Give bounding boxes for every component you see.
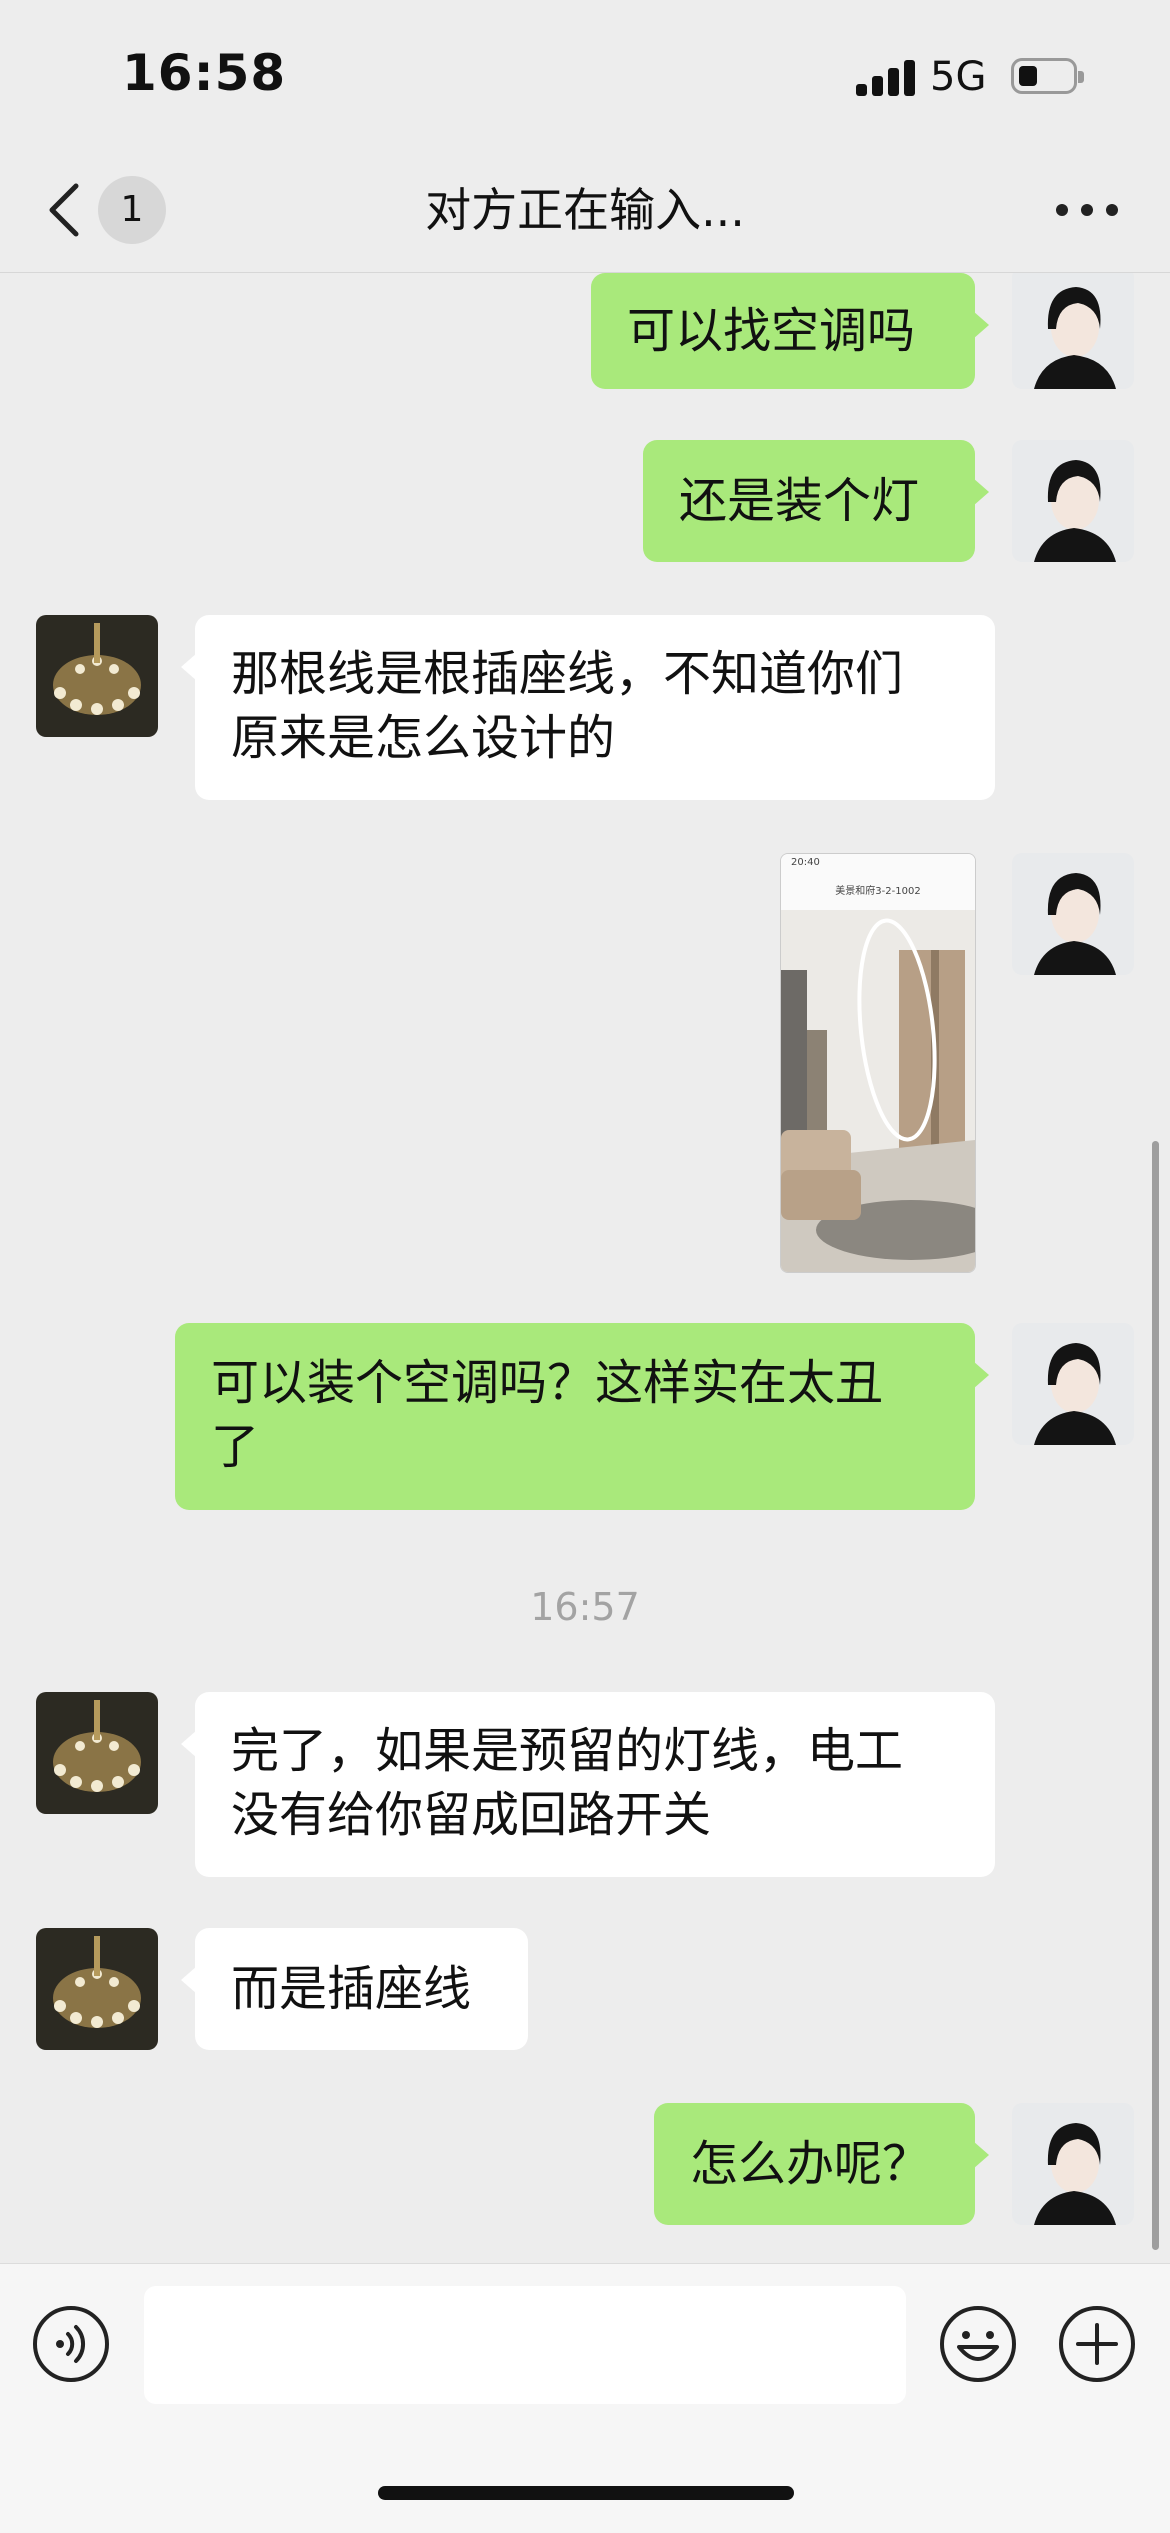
emoji-icon <box>940 2306 1016 2382</box>
message-bubble-outgoing[interactable]: 可以找空调吗 <box>591 273 989 389</box>
message-timestamp: 16:57 <box>530 1585 640 1629</box>
plus-icon <box>1059 2306 1135 2382</box>
contact-avatar[interactable] <box>36 1692 158 1814</box>
status-time: 16:58 <box>122 44 287 102</box>
message-text-line: 原来是怎么设计的 <box>231 710 616 766</box>
message-bubble-outgoing[interactable]: 可以装个空调吗？这样实在太丑 了 <box>175 1323 989 1510</box>
message-bubble-incoming[interactable]: 完了，如果是预留的灯线，电工 没有给你留成回路开关 <box>181 1692 995 1877</box>
message-bubble-outgoing[interactable]: 怎么办呢？ <box>654 2103 989 2225</box>
message-text: 还是装个灯 <box>679 473 920 529</box>
image-message[interactable]: 20:40 美景和府3-2-1002 <box>780 853 976 1273</box>
message-text-line: 那根线是根插座线，不知道你们 <box>231 646 904 702</box>
image-header: 20:40 美景和府3-2-1002 <box>781 854 975 910</box>
message-text-line: 没有给你留成回路开关 <box>231 1787 712 1843</box>
message-text-line: 可以装个空调吗？这样实在太丑 <box>211 1355 884 1411</box>
my-avatar[interactable] <box>1012 2103 1134 2225</box>
scrollbar[interactable] <box>1152 1141 1159 2250</box>
emoji-button[interactable] <box>939 2305 1017 2383</box>
network-type: 5G <box>930 54 987 100</box>
my-avatar[interactable] <box>1012 273 1134 389</box>
home-indicator[interactable] <box>378 2486 794 2500</box>
message-bubble-outgoing[interactable]: 还是装个灯 <box>643 440 989 562</box>
chat-title: 对方正在输入... <box>425 183 745 237</box>
voice-icon <box>33 2306 109 2382</box>
message-text: 怎么办呢？ <box>690 2136 931 2192</box>
my-avatar[interactable] <box>1012 1323 1134 1445</box>
more-options-button[interactable] <box>1052 194 1122 224</box>
message-text-line: 完了，如果是预留的灯线，电工 <box>231 1723 904 1779</box>
contact-avatar[interactable] <box>36 615 158 737</box>
chat-header: 1 对方正在输入... <box>0 150 1170 273</box>
message-list[interactable]: 可以找空调吗 还是装个灯 那根线是根插座线，不知道你们 原来是怎么设计的 20:… <box>0 273 1170 2263</box>
message-input[interactable] <box>144 2286 906 2404</box>
more-icon <box>1056 204 1068 216</box>
my-avatar[interactable] <box>1012 440 1134 562</box>
contact-avatar[interactable] <box>36 1928 158 2050</box>
status-bar: 16:58 5G <box>0 0 1170 150</box>
voice-input-button[interactable] <box>32 2305 110 2383</box>
more-functions-button[interactable] <box>1058 2305 1136 2383</box>
message-text: 而是插座线 <box>231 1961 472 2017</box>
input-bar <box>0 2263 1170 2533</box>
message-bubble-incoming[interactable]: 那根线是根插座线，不知道你们 原来是怎么设计的 <box>181 615 995 800</box>
signal-icon <box>856 58 916 96</box>
message-bubble-incoming[interactable]: 而是插座线 <box>181 1928 528 2050</box>
image-time-text: 20:40 <box>791 857 820 868</box>
my-avatar[interactable] <box>1012 853 1134 975</box>
image-title-text: 美景和府3-2-1002 <box>835 886 921 897</box>
message-text: 可以找空调吗 <box>627 303 916 359</box>
room-photo <box>781 910 975 1272</box>
battery-icon <box>1011 58 1084 94</box>
message-text-line: 了 <box>211 1419 260 1475</box>
